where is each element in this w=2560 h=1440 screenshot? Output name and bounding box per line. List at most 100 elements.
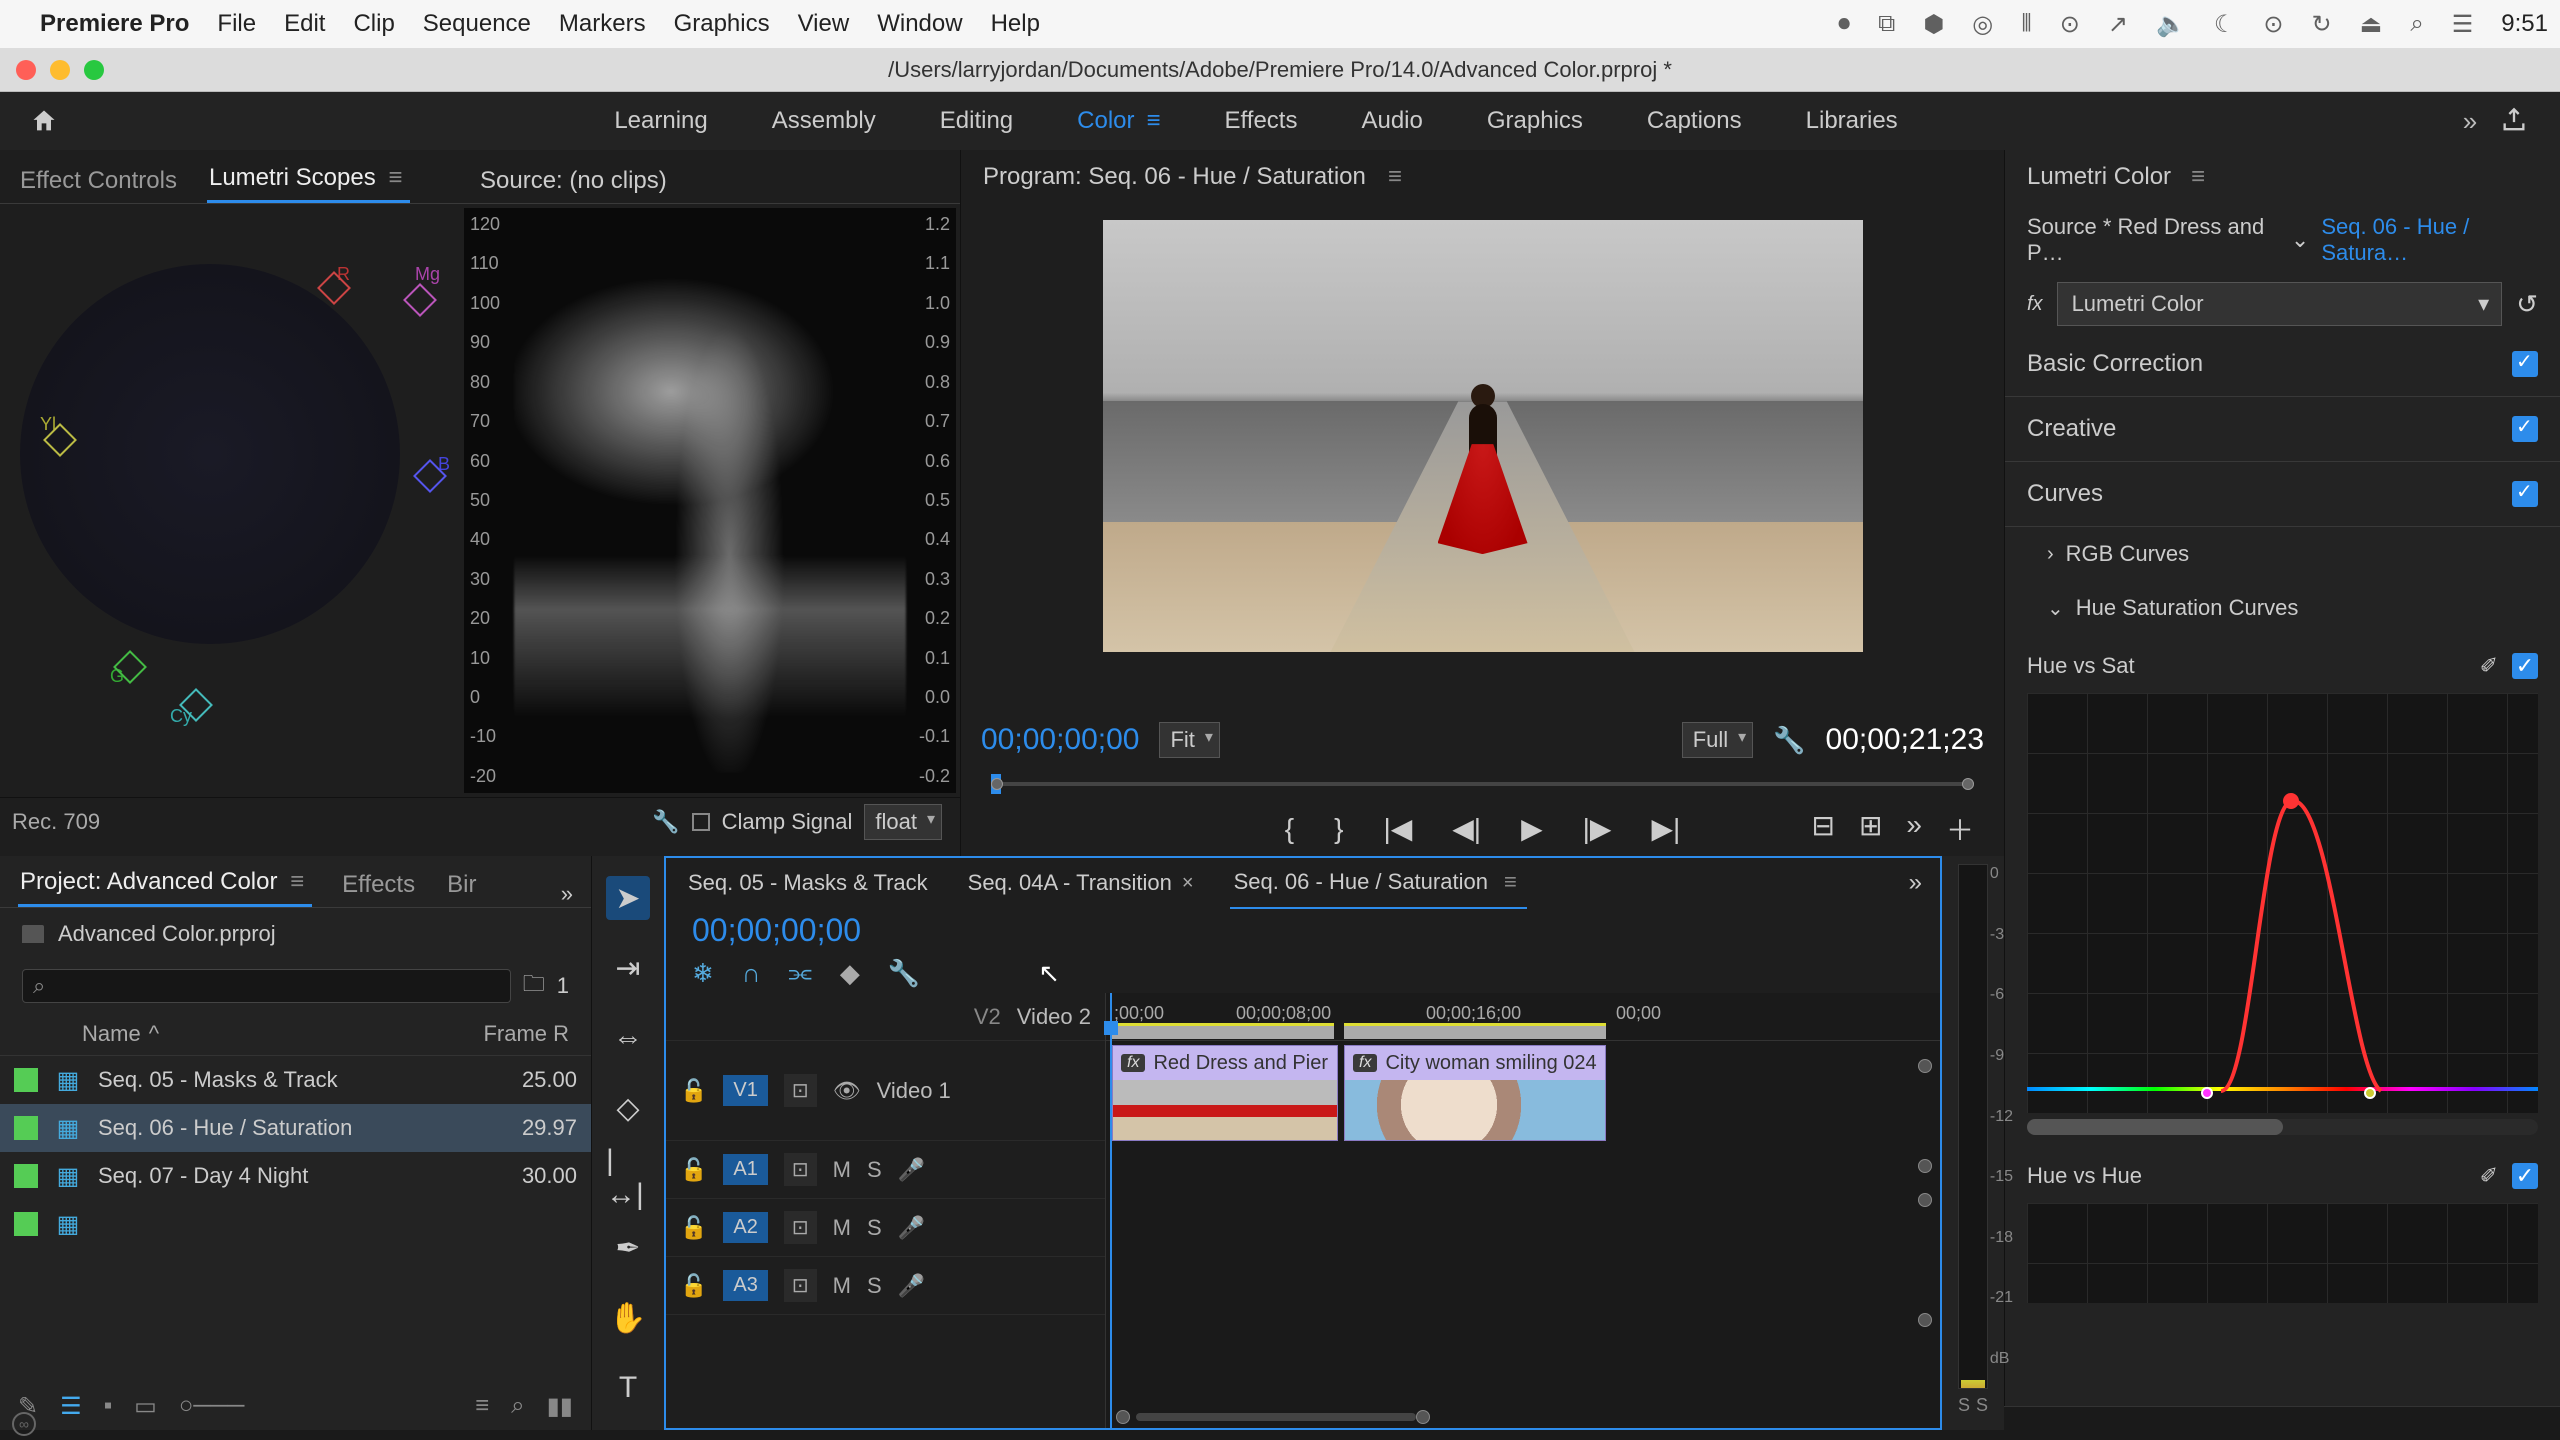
section-curves[interactable]: Curves bbox=[2005, 462, 2560, 527]
bin-icon[interactable] bbox=[22, 925, 44, 943]
hue-vs-hue-curve[interactable] bbox=[2027, 1203, 2538, 1303]
program-timecode-in[interactable]: 00;00;00;00 bbox=[981, 723, 1139, 757]
lumetri-source-label[interactable]: Source * Red Dress and P… bbox=[2027, 214, 2279, 266]
solo-button[interactable]: S bbox=[867, 1157, 882, 1183]
go-to-out-button[interactable]: ▶| bbox=[1651, 812, 1680, 845]
dropbox-icon[interactable]: ⧉ bbox=[1878, 10, 1895, 38]
solo-right[interactable]: S bbox=[1976, 1395, 1988, 1416]
slip-tool[interactable]: |↔| bbox=[606, 1156, 650, 1200]
minimize-window-icon[interactable] bbox=[50, 60, 70, 80]
insert-tool-icon[interactable]: ❄ bbox=[692, 958, 714, 989]
list-view-icon[interactable]: ☰ bbox=[60, 1392, 82, 1421]
label-swatch[interactable] bbox=[14, 1116, 38, 1140]
sync-lock-icon[interactable]: ⊡ bbox=[784, 1211, 817, 1244]
track-v1-badge[interactable]: V1 bbox=[723, 1075, 767, 1106]
resolution-dropdown[interactable]: Full bbox=[1682, 722, 1753, 758]
home-button[interactable] bbox=[24, 101, 64, 141]
eject-icon[interactable]: ⏏ bbox=[2360, 10, 2383, 39]
list-item[interactable]: ▦ bbox=[0, 1200, 591, 1248]
mute-button[interactable]: M bbox=[833, 1273, 851, 1299]
tab-effects[interactable]: Effects bbox=[340, 863, 417, 907]
lumetri-sequence-link[interactable]: Seq. 06 - Hue / Satura… bbox=[2321, 214, 2538, 266]
sort-icon[interactable]: ≡ bbox=[475, 1392, 489, 1420]
sync-lock-icon[interactable]: ⊡ bbox=[784, 1153, 817, 1186]
timeline-wrench-icon[interactable]: 🔧 bbox=[888, 958, 920, 989]
panel-overflow-icon[interactable]: » bbox=[561, 881, 573, 907]
list-item[interactable]: ▦ Seq. 07 - Day 4 Night 30.00 bbox=[0, 1152, 591, 1200]
workspace-color[interactable]: Color≡ bbox=[1077, 107, 1160, 135]
solo-left[interactable]: S bbox=[1958, 1395, 1970, 1416]
extract-button[interactable]: ⊞ bbox=[1859, 809, 1882, 849]
track-a3-badge[interactable]: A3 bbox=[723, 1270, 767, 1301]
column-framerate[interactable]: Frame R bbox=[483, 1021, 569, 1047]
hue-sat-curves-row[interactable]: ⌄ Hue Saturation Curves bbox=[2005, 581, 2560, 635]
column-name[interactable]: Name ^ bbox=[82, 1021, 483, 1047]
sync-lock-icon[interactable]: ⊡ bbox=[784, 1269, 817, 1302]
settings-wrench-icon[interactable]: 🔧 bbox=[652, 809, 679, 835]
workspace-libraries[interactable]: Libraries bbox=[1806, 107, 1898, 135]
menu-file[interactable]: File bbox=[217, 10, 256, 38]
hue-vs-sat-curve[interactable] bbox=[2027, 693, 2538, 1113]
step-back-button[interactable]: ◀| bbox=[1452, 812, 1481, 845]
rgb-curves-row[interactable]: › RGB Curves bbox=[2005, 527, 2560, 581]
cc-cloud-icon[interactable]: ◎ bbox=[1972, 10, 1993, 39]
history-icon[interactable]: ↻ bbox=[2312, 10, 2332, 39]
lift-button[interactable]: ⊟ bbox=[1811, 809, 1834, 849]
reset-button[interactable]: ↺ bbox=[2516, 289, 2538, 320]
type-tool[interactable]: T bbox=[606, 1366, 650, 1410]
add-button[interactable]: ＋ bbox=[1946, 809, 1974, 849]
volume-icon[interactable]: 🔈 bbox=[2156, 10, 2186, 39]
equalizer-icon[interactable]: ⦀ bbox=[2021, 10, 2032, 38]
new-bin-icon[interactable]: 🗀 bbox=[523, 967, 545, 1005]
voice-over-icon[interactable]: 🎤 bbox=[898, 1215, 925, 1241]
export-button[interactable] bbox=[2492, 99, 2536, 143]
curve-toggle-checkbox[interactable]: ✓ bbox=[2512, 653, 2538, 679]
timeline-tracks[interactable]: ;00;00 00;00;08;00 00;00;16;00 00;00 fxR… bbox=[1106, 993, 1940, 1428]
marker-icon[interactable]: ◆ bbox=[840, 958, 860, 989]
tab-bin[interactable]: Bir bbox=[445, 863, 478, 907]
list-item[interactable]: ▦ Seq. 05 - Masks & Track 25.00 bbox=[0, 1056, 591, 1104]
scroll-handle[interactable] bbox=[1918, 1159, 1932, 1173]
new-bin-icon[interactable]: ▮▮ bbox=[547, 1392, 573, 1421]
menu-clip[interactable]: Clip bbox=[353, 10, 394, 38]
tab-effect-controls[interactable]: Effect Controls bbox=[18, 159, 179, 203]
lock-icon[interactable]: 🔓 bbox=[680, 1157, 707, 1183]
track-a2-badge[interactable]: A2 bbox=[723, 1212, 767, 1243]
timeline-menu-icon[interactable]: ≡ bbox=[1498, 863, 1523, 901]
workspace-learning[interactable]: Learning bbox=[614, 107, 707, 135]
curve-toggle-checkbox[interactable]: ✓ bbox=[2512, 1163, 2538, 1189]
timeline-overflow-icon[interactable]: » bbox=[1909, 869, 1922, 897]
label-swatch[interactable] bbox=[14, 1164, 38, 1188]
timeline-tab[interactable]: Seq. 05 - Masks & Track bbox=[684, 864, 932, 902]
workspace-graphics[interactable]: Graphics bbox=[1487, 107, 1583, 135]
track-v2-badge[interactable]: V2 bbox=[974, 1004, 1001, 1030]
track-a1-badge[interactable]: A1 bbox=[723, 1154, 767, 1185]
section-toggle-checkbox[interactable] bbox=[2512, 351, 2538, 377]
menu-sequence[interactable]: Sequence bbox=[423, 10, 531, 38]
section-toggle-checkbox[interactable] bbox=[2512, 481, 2538, 507]
project-search-input[interactable]: ⌕ bbox=[22, 969, 511, 1003]
program-monitor[interactable] bbox=[961, 204, 2004, 716]
hand-tool[interactable]: ✋ bbox=[606, 1296, 650, 1340]
scroll-handle[interactable] bbox=[1918, 1193, 1932, 1207]
zoom-slider[interactable]: ○─── bbox=[179, 1392, 245, 1420]
timeline-clip[interactable]: fxCity woman smiling 024 bbox=[1344, 1045, 1606, 1141]
voice-over-icon[interactable]: 🎤 bbox=[898, 1157, 925, 1183]
lock-icon[interactable]: 🔓 bbox=[680, 1273, 707, 1299]
mark-out-button[interactable]: } bbox=[1334, 813, 1343, 845]
float-dropdown[interactable]: float bbox=[864, 804, 942, 840]
mark-in-button[interactable]: { bbox=[1285, 813, 1294, 845]
workspace-menu-icon[interactable]: ≡ bbox=[1147, 107, 1161, 134]
app-name[interactable]: Premiere Pro bbox=[40, 10, 189, 38]
tab-project[interactable]: Project: Advanced Color ≡ bbox=[18, 860, 312, 907]
lock-icon[interactable]: 🔓 bbox=[680, 1078, 707, 1104]
fx-badge[interactable]: fx bbox=[1353, 1054, 1377, 1072]
pen-tool[interactable]: ✒ bbox=[606, 1226, 650, 1270]
menu-graphics[interactable]: Graphics bbox=[674, 10, 770, 38]
search-icon[interactable]: ⌕ bbox=[2410, 10, 2423, 38]
arrow-icon[interactable]: ↗ bbox=[2108, 10, 2128, 39]
project-menu-icon[interactable]: ≡ bbox=[284, 862, 310, 901]
voice-over-icon[interactable]: 🎤 bbox=[898, 1273, 925, 1299]
list-item[interactable]: ▦ Seq. 06 - Hue / Saturation 29.97 bbox=[0, 1104, 591, 1152]
close-window-icon[interactable] bbox=[16, 60, 36, 80]
